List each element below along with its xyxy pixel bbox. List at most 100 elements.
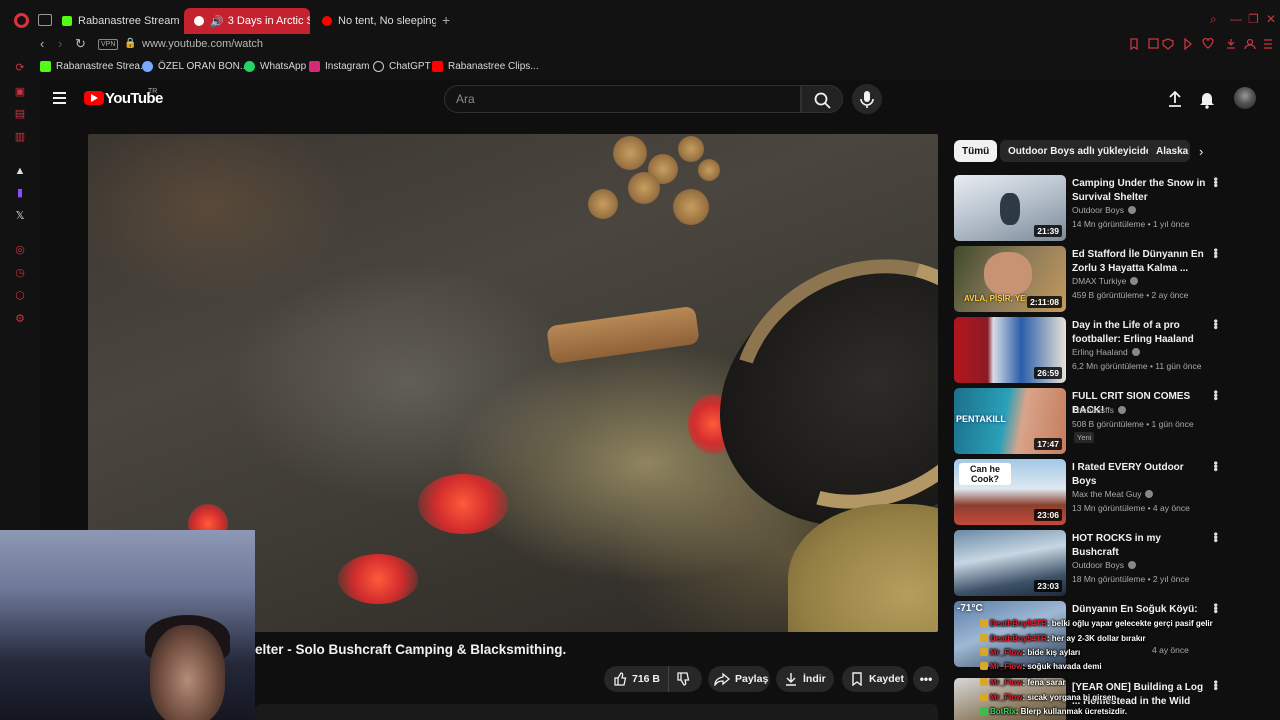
channel-name[interactable]: Erling Haaland bbox=[1072, 347, 1140, 357]
sidebar-messenger-icon[interactable]: ▤ bbox=[14, 108, 26, 120]
channel-name[interactable]: Max the Meat Guy bbox=[1072, 489, 1154, 499]
stream-chat-overlay: DeathBoy54TR: belki oğlu yapar gelecekte… bbox=[980, 617, 1280, 720]
bookmark-rabanastree-stream[interactable]: Rabanastree Strea... bbox=[40, 61, 148, 72]
video-thumbnail[interactable]: AVLA, PİŞİR, YE 2:11:08 bbox=[954, 246, 1066, 312]
firewood-end bbox=[588, 189, 618, 219]
chat-message: Mr_Flow: sıcak yorgana bi girsen bbox=[980, 693, 1116, 702]
tab-audio-icon: 🔊 bbox=[210, 15, 224, 28]
url-field[interactable]: www.youtube.com/watch bbox=[142, 38, 263, 50]
youtube-play-icon bbox=[91, 94, 98, 102]
search-button[interactable] bbox=[801, 85, 843, 113]
recommendation-item[interactable]: 21:39 Camping Under the Snow in Survival… bbox=[954, 175, 1224, 241]
sub-badge-icon bbox=[980, 678, 988, 686]
lock-icon[interactable]: 🔒 bbox=[124, 38, 136, 49]
bookmark-ozel-oran[interactable]: ÖZEL ORAN BON... bbox=[142, 61, 248, 72]
guide-menu-icon[interactable] bbox=[53, 92, 66, 105]
sidebar-history-icon[interactable]: ◷ bbox=[14, 267, 26, 279]
video-meta: 18 Mn görüntüleme • 2 yıl önce bbox=[1072, 574, 1190, 584]
maximize-icon[interactable]: ❐ bbox=[1248, 12, 1259, 26]
bookmark-whatsapp[interactable]: WhatsApp bbox=[244, 61, 306, 72]
share-button[interactable]: Paylaş bbox=[708, 666, 770, 692]
video-title[interactable]: Camping Under the Snow in Survival Shelt… bbox=[1072, 177, 1208, 204]
video-title[interactable]: Ed Stafford İle Dünyanın En Zorlu 3 Haya… bbox=[1072, 248, 1208, 275]
tab-no-tent[interactable]: No tent, No sleeping bag bbox=[312, 8, 436, 34]
download-icon bbox=[1227, 39, 1235, 49]
forward-icon[interactable]: › bbox=[58, 36, 62, 51]
sidebar-mail-icon[interactable]: ▥ bbox=[14, 131, 26, 143]
chat-message: BotRix: Blerp kullanmak ücretsizdir. bbox=[980, 707, 1127, 716]
search-tabs-icon[interactable]: ⌕ bbox=[1210, 12, 1217, 27]
reload-icon[interactable]: ↻ bbox=[75, 36, 86, 52]
back-icon[interactable]: ‹ bbox=[40, 36, 44, 51]
notifications-button[interactable] bbox=[1196, 88, 1218, 110]
video-thumbnail[interactable]: 21:39 bbox=[954, 175, 1066, 241]
sidebar-twitch-icon[interactable]: ▮ bbox=[14, 187, 26, 199]
more-vert-icon[interactable]: ••• bbox=[1209, 177, 1223, 187]
video-title[interactable]: Dünyanın En Soğuk Köyü: bbox=[1072, 603, 1208, 617]
opera-logo-icon[interactable] bbox=[14, 13, 29, 28]
voice-search-button[interactable] bbox=[852, 84, 882, 114]
channel-name[interactable]: DMAX Turkiye bbox=[1072, 276, 1139, 286]
more-vert-icon[interactable]: ••• bbox=[1209, 248, 1223, 258]
more-vert-icon[interactable]: ••• bbox=[1209, 390, 1223, 400]
dislike-button[interactable] bbox=[668, 666, 702, 692]
recommendation-item[interactable]: 26:59 Day in the Life of a pro footballe… bbox=[954, 317, 1224, 383]
recommendation-item[interactable]: AVLA, PİŞİR, YE 2:11:08 Ed Stafford İle … bbox=[954, 246, 1224, 312]
chip-from-uploader[interactable]: Outdoor Boys adlı yükleyiciden bbox=[1000, 140, 1166, 162]
chat-message: Mr_Flow: fena sarar bbox=[980, 678, 1066, 687]
sidebar-extension-icon[interactable]: ▣ bbox=[14, 86, 26, 98]
sidebar-x-icon[interactable]: 𝕏 bbox=[14, 210, 26, 222]
tab-rabanastree-stream[interactable]: Rabanastree Stream - Wa bbox=[52, 8, 182, 34]
new-tab-icon[interactable]: + bbox=[442, 12, 450, 28]
more-vert-icon[interactable]: ••• bbox=[1209, 603, 1223, 613]
verified-icon bbox=[1131, 348, 1140, 356]
tab-overview-icon[interactable] bbox=[38, 14, 52, 26]
more-vert-icon[interactable]: ••• bbox=[1209, 532, 1223, 542]
video-thumbnail[interactable]: PENTAKILL 17:47 bbox=[954, 388, 1066, 454]
recommendation-item[interactable]: Can he Cook? 23:06 I Rated EVERY Outdoor… bbox=[954, 459, 1224, 525]
sidebar-aria-icon[interactable]: ▲ bbox=[14, 165, 26, 177]
account-avatar[interactable] bbox=[1234, 87, 1256, 109]
sidebar-speed-dial-icon[interactable]: ⟳ bbox=[14, 62, 26, 74]
channel-name[interactable]: Outdoor Boys bbox=[1072, 560, 1136, 570]
channel-name[interactable]: Thebausffs bbox=[1072, 405, 1126, 415]
save-button[interactable]: Kaydet bbox=[842, 666, 908, 692]
video-title[interactable]: Day in the Life of a pro footballer: Erl… bbox=[1072, 319, 1208, 346]
sidebar-bookmarks-icon[interactable]: ⬡ bbox=[14, 290, 26, 302]
bookmark-rabanastree-clips[interactable]: Rabanastree Clips... bbox=[432, 61, 539, 72]
recommendation-item[interactable]: 23:03 HOT ROCKS in my Bushcraft Cot - Wi… bbox=[954, 530, 1224, 596]
sidebar-settings-icon[interactable]: ⚙ bbox=[14, 313, 26, 325]
download-button[interactable]: İndir bbox=[776, 666, 834, 692]
video-thumbnail[interactable]: 23:03 bbox=[954, 530, 1066, 596]
more-actions-button[interactable]: ••• bbox=[913, 666, 939, 692]
video-description-box[interactable] bbox=[255, 704, 938, 720]
new-badge: Yeni bbox=[1074, 432, 1095, 443]
search-icon bbox=[814, 92, 831, 109]
verified-icon bbox=[1127, 561, 1136, 569]
chip-alaska[interactable]: Alaska bbox=[1148, 140, 1190, 162]
more-vert-icon[interactable]: ••• bbox=[1209, 461, 1223, 471]
bookmark-instagram[interactable]: Instagram bbox=[309, 61, 369, 72]
channel-name[interactable]: Outdoor Boys bbox=[1072, 205, 1136, 215]
minimize-icon[interactable]: — bbox=[1230, 12, 1242, 26]
video-thumbnail[interactable]: 26:59 bbox=[954, 317, 1066, 383]
video-thumbnail[interactable]: Can he Cook? 23:06 bbox=[954, 459, 1066, 525]
bookmark-chatgpt[interactable]: ChatGPT bbox=[373, 61, 431, 72]
vpn-badge[interactable]: VPN bbox=[98, 39, 119, 50]
ember bbox=[338, 554, 418, 604]
video-title[interactable]: I Rated EVERY Outdoor Boys Meal bbox=[1072, 461, 1208, 489]
like-button[interactable]: 716 B bbox=[604, 666, 668, 692]
tab-arctic-survival[interactable]: 🔊 3 Days in Arctic Survi bbox=[184, 8, 310, 34]
search-input[interactable]: Ara bbox=[444, 85, 801, 113]
sidebar-player-icon[interactable]: ◎ bbox=[14, 244, 26, 256]
chip-all[interactable]: Tümü bbox=[954, 140, 998, 162]
video-duration: 17:47 bbox=[1034, 438, 1062, 450]
thumbnail-caption: PENTAKILL bbox=[956, 414, 1006, 424]
more-vert-icon[interactable]: ••• bbox=[1209, 319, 1223, 329]
chevron-right-icon[interactable]: › bbox=[1199, 144, 1203, 159]
close-icon[interactable]: ✕ bbox=[1266, 12, 1276, 26]
recommendation-item[interactable]: PENTAKILL 17:47 FULL CRIT SION COMES BAC… bbox=[954, 388, 1224, 454]
chat-message: Mr_Flow: bide kış ayları bbox=[980, 648, 1080, 657]
create-button[interactable] bbox=[1164, 88, 1186, 110]
video-title[interactable]: HOT ROCKS in my Bushcraft Cot - Winter C… bbox=[1072, 532, 1208, 560]
